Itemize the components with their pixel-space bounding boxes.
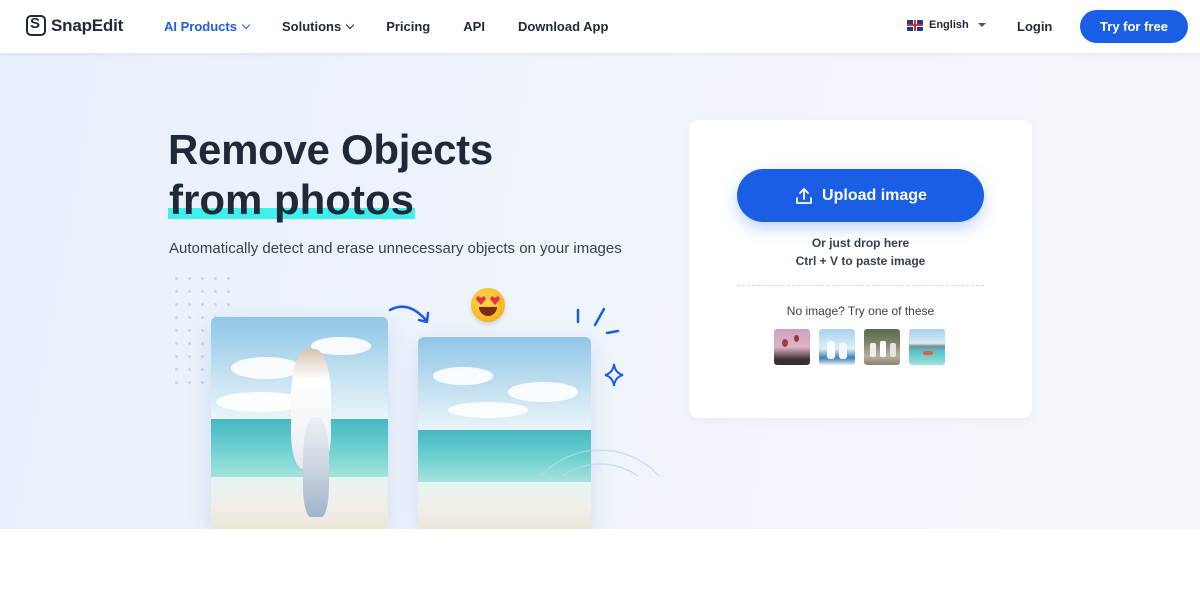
drop-hint: Or just drop here	[811, 236, 910, 250]
before-photo	[211, 317, 388, 529]
logo-icon	[26, 15, 46, 36]
below-fold-area	[0, 529, 1200, 610]
upload-icon	[796, 187, 812, 204]
nav-label: AI Products	[164, 19, 237, 34]
sparkle-icon	[576, 307, 624, 387]
language-label: English	[929, 19, 969, 31]
sample-image-4[interactable]	[909, 329, 945, 365]
chevron-down-icon	[241, 20, 251, 30]
nav-api[interactable]: API	[463, 19, 485, 34]
nav-label: Download App	[517, 19, 609, 34]
hero-title-line-1: Remove Objects	[168, 126, 493, 173]
paste-hint: Ctrl + V to paste image	[795, 254, 926, 268]
hero-subtitle: Automatically detect and erase unnecessa…	[169, 240, 622, 257]
sample-images	[774, 329, 945, 365]
login-link[interactable]: Login	[1017, 19, 1052, 34]
curved-arrow-icon	[388, 305, 430, 324]
nav-pricing[interactable]: Pricing	[386, 19, 430, 34]
sample-prompt: No image? Try one of these	[786, 304, 935, 318]
nav-solutions[interactable]: Solutions	[281, 19, 355, 34]
uk-flag-icon	[907, 19, 923, 31]
upload-card: Upload image Or just drop here Ctrl + V …	[689, 120, 1032, 418]
nav-ai-products[interactable]: AI Products	[164, 19, 251, 34]
logo-text: SnapEdit	[51, 15, 124, 35]
nav-label: Solutions	[281, 19, 342, 34]
heart-eyes-emoji-icon	[471, 288, 505, 322]
decorative-arcs	[540, 449, 660, 476]
sample-image-1[interactable]	[774, 329, 810, 365]
highlighted-title-text: from photos	[168, 176, 415, 223]
upload-button-label: Upload image	[822, 186, 927, 204]
sample-image-3[interactable]	[864, 329, 900, 365]
sample-image-2[interactable]	[819, 329, 855, 365]
upload-image-button[interactable]: Upload image	[737, 169, 984, 222]
language-selector[interactable]: English	[907, 19, 986, 31]
try-for-free-button[interactable]: Try for free	[1080, 10, 1188, 43]
divider	[737, 285, 984, 286]
chevron-down-icon	[345, 20, 355, 30]
hero-title-line-2: from photos	[168, 176, 415, 223]
nav-download-app[interactable]: Download App	[518, 19, 609, 34]
top-navbar: SnapEdit AI Products Solutions Pricing A…	[0, 0, 1200, 53]
nav-label: API	[463, 19, 485, 34]
snapedit-logo[interactable]: SnapEdit	[26, 15, 123, 36]
nav-label: Pricing	[386, 19, 431, 34]
caret-down-icon	[977, 23, 986, 27]
main-nav: AI Products Solutions Pricing API Downlo…	[164, 0, 641, 53]
